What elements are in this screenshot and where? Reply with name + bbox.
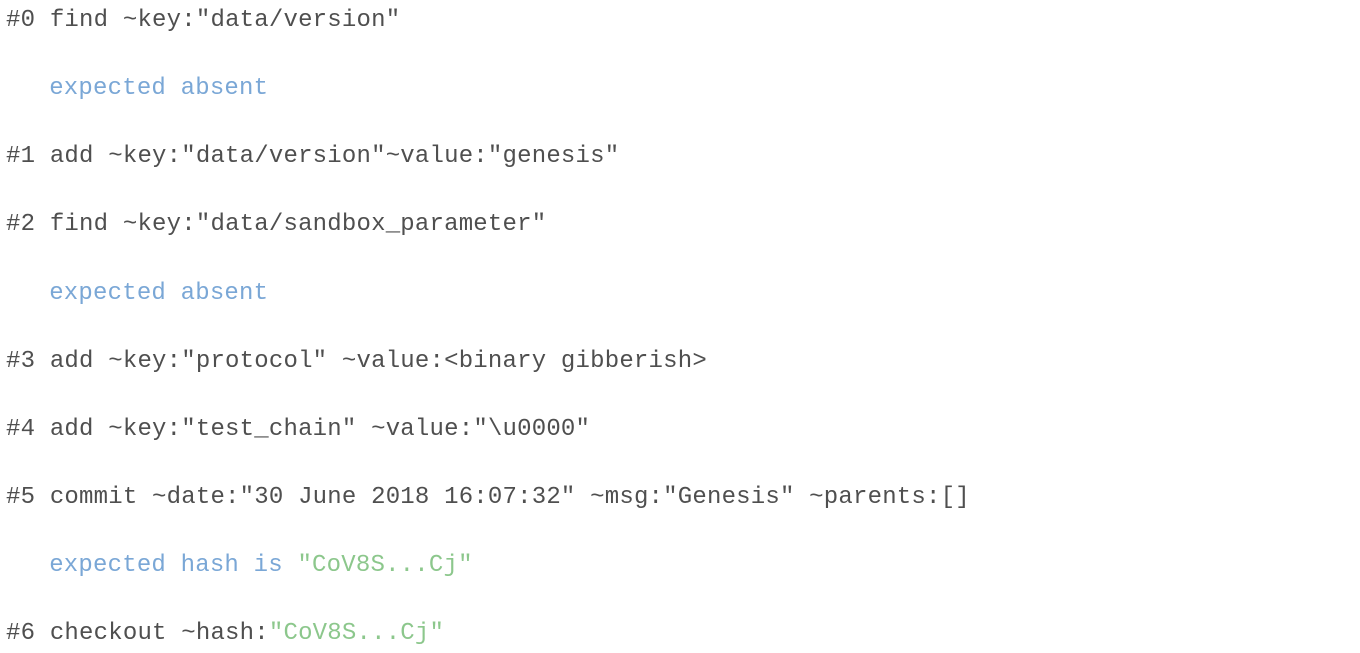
cmd: add ~key: [50,348,181,375]
string-literal: "test_chain" [181,416,356,443]
cmd: find ~key: [50,7,196,34]
log-line: #1 add ~key:"data/version"~value:"genesi… [6,140,1354,174]
cmd: ~parents:[] [795,484,970,511]
string-literal: "30 June 2018 16:07:32" [240,484,576,511]
cmd: ~value: [356,416,473,443]
cmd: ~msg: [576,484,664,511]
step-number: #5 [6,484,35,511]
log-line: #4 add ~key:"test_chain" ~value:"\u0000" [6,413,1354,447]
cmd: find ~key: [50,211,196,238]
string-literal: "Genesis" [663,484,794,511]
string-literal: "genesis" [488,143,619,170]
cmd: add ~key: [50,143,181,170]
cmd: add ~key: [50,416,181,443]
string-literal: "data/version" [196,7,400,34]
string-literal: "protocol" [181,348,327,375]
log-trace: #0 find ~key:"data/version" expected abs… [0,0,1360,653]
expected-text: expected hash is [49,552,297,579]
hash-value: "CoV8S...Cj" [297,552,472,579]
cmd: ~value: [386,143,488,170]
log-expectation: expected absent [6,277,1354,311]
log-line: #6 checkout ~hash:"CoV8S...Cj" [6,617,1354,651]
step-number: #3 [6,348,35,375]
string-literal: "data/version" [181,143,385,170]
log-line: #5 commit ~date:"30 June 2018 16:07:32" … [6,481,1354,515]
step-number: #6 [6,620,35,647]
string-literal: "\u0000" [473,416,590,443]
log-expectation: expected absent [6,72,1354,106]
cmd: commit ~date: [50,484,240,511]
log-line: #0 find ~key:"data/version" [6,4,1354,38]
expected-text: expected absent [49,75,268,102]
cmd: ~value:<binary gibberish> [327,348,707,375]
cmd: checkout ~hash: [50,620,269,647]
log-line: #2 find ~key:"data/sandbox_parameter" [6,208,1354,242]
step-number: #4 [6,416,35,443]
string-literal: "data/sandbox_parameter" [196,211,546,238]
step-number: #2 [6,211,35,238]
log-expectation: expected hash is "CoV8S...Cj" [6,549,1354,583]
expected-text: expected absent [49,280,268,307]
step-number: #1 [6,143,35,170]
log-line: #3 add ~key:"protocol" ~value:<binary gi… [6,345,1354,379]
hash-value: "CoV8S...Cj" [269,620,444,647]
step-number: #0 [6,7,35,34]
